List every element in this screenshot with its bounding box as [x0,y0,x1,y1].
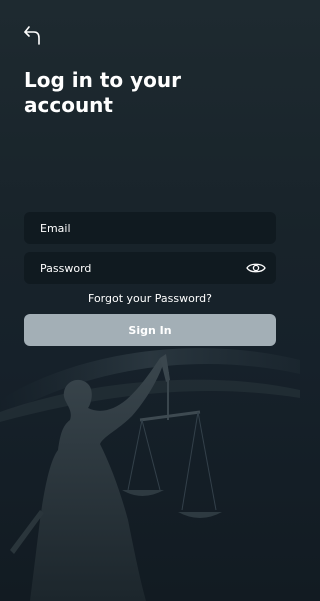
password-field[interactable] [24,252,276,284]
back-arrow-icon[interactable] [22,24,44,46]
password-input[interactable] [40,261,260,275]
login-screen: Log in to your account Forgot your Passw… [0,0,300,601]
forgot-password-link[interactable]: Forgot your Password? [0,292,300,305]
sign-in-button[interactable]: Sign In [24,314,276,346]
email-input[interactable] [40,221,260,235]
lady-justice-statue-image [0,348,300,601]
eye-icon[interactable] [246,260,266,276]
email-field[interactable] [24,212,276,244]
page-title: Log in to your account [24,68,181,117]
